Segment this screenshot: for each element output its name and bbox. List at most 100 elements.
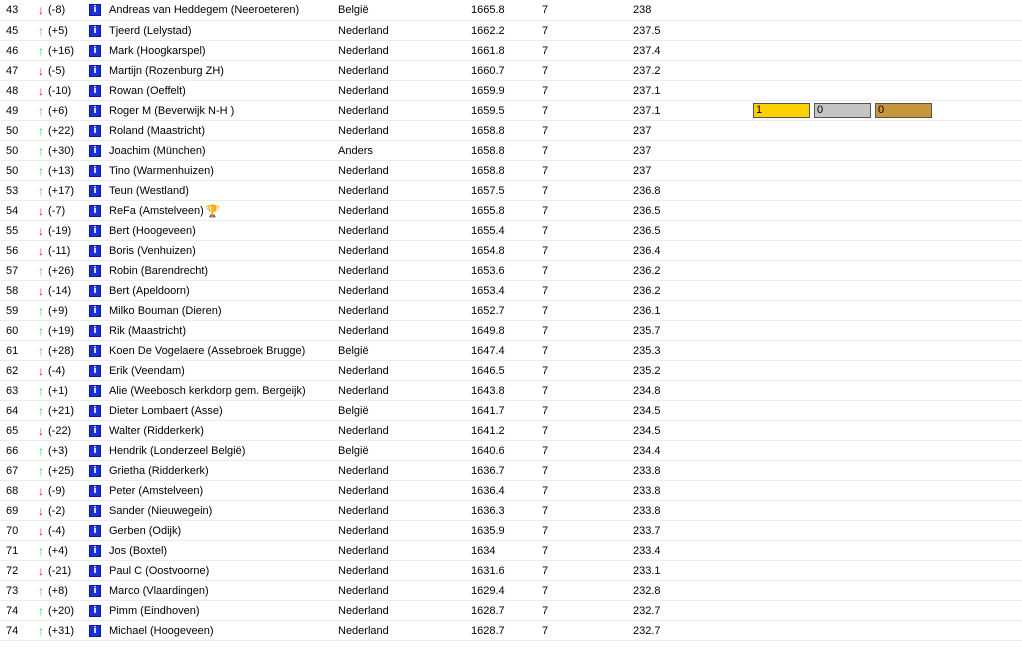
player-profile-icon[interactable]: i [89,205,101,217]
player-name-link[interactable]: Milko Bouman (Dieren) [109,301,334,321]
rank-change-value: (-10) [48,85,72,97]
player-name-link[interactable]: Rik (Maastricht) [109,321,334,341]
player-average: 235.2 [633,365,661,377]
arrow-up-icon: ↑ [38,124,44,138]
player-profile-icon[interactable]: i [89,145,101,157]
player-profile-icon[interactable]: i [89,25,101,37]
player-profile-icon[interactable]: i [89,105,101,117]
player-profile-icon[interactable]: i [89,325,101,337]
player-profile-icon[interactable]: i [89,545,101,557]
player-name-link[interactable]: Michael (Hoogeveen) [109,621,334,641]
player-name-link[interactable]: Grietha (Ridderkerk) [109,461,334,481]
player-name-link[interactable]: Teun (Westland) [109,181,334,201]
player-profile-icon[interactable]: i [89,605,101,617]
player-country: Nederland [338,165,389,177]
player-name-link[interactable]: Andreas van Heddegem (Neeroeteren) [109,0,334,20]
player-profile-icon[interactable]: i [89,345,101,357]
player-name-link[interactable]: Alie (Weebosch kerkdorp gem. Bergeijk) [109,381,334,401]
player-name-link[interactable]: Sander (Nieuwegein) [109,501,334,521]
player-points: 1660.7 [471,65,505,77]
player-average: 237 [633,165,652,177]
player-name-link[interactable]: Walter (Ridderkerk) [109,421,334,441]
player-name-link[interactable]: Martijn (Rozenburg ZH) [109,61,334,81]
player-profile-icon[interactable]: i [89,305,101,317]
player-profile-icon[interactable]: i [89,45,101,57]
player-name-link[interactable]: Rowan (Oeffelt) [109,81,334,101]
player-profile-icon[interactable]: i [89,125,101,137]
player-profile-icon[interactable]: i [89,525,101,537]
player-name-link[interactable]: Jos (Boxtel) [109,541,334,561]
player-points: 1649.8 [471,325,505,337]
rank-number: 54 [6,205,19,217]
player-profile-icon[interactable]: i [89,365,101,377]
player-profile-icon[interactable]: i [89,265,101,277]
player-name-link[interactable]: Bert (Hoogeveen) [109,221,334,241]
rank-number: 68 [6,485,19,497]
rank-change-value: (+3) [48,445,68,457]
player-name-link[interactable]: Gerben (Odijk) [109,521,334,541]
player-profile-icon[interactable]: i [89,425,101,437]
player-name-link[interactable]: Bert (Apeldoorn) [109,281,334,301]
table-row: 50 ↑ (+22) i Roland (Maastricht) Nederla… [0,121,1022,141]
player-profile-icon[interactable]: i [89,225,101,237]
player-profile-icon[interactable]: i [89,285,101,297]
rank-number: 60 [6,325,19,337]
player-profile-icon[interactable]: i [89,185,101,197]
player-average: 233.8 [633,465,661,477]
player-country: Nederland [338,505,389,517]
player-name-link[interactable]: Peter (Amstelveen) [109,481,334,501]
player-profile-icon[interactable]: i [89,505,101,517]
player-games: 7 [542,485,549,497]
player-profile-icon[interactable]: i [89,585,101,597]
player-profile-icon[interactable]: i [89,245,101,257]
player-country: Nederland [338,525,389,537]
rank-change-value: (-5) [48,65,66,77]
player-profile-icon[interactable]: i [89,405,101,417]
player-profile-icon[interactable]: i [89,445,101,457]
arrow-up-icon: ↑ [38,264,44,278]
player-name-link[interactable]: ReFa (Amstelveen) [109,201,334,221]
player-games: 7 [542,25,549,37]
player-profile-icon[interactable]: i [89,65,101,77]
arrow-down-icon: ↓ [38,224,44,238]
player-points: 1653.6 [471,265,505,277]
player-name-link[interactable]: Mark (Hoogkarspel) [109,41,334,61]
player-average: 232.8 [633,585,661,597]
player-profile-icon[interactable]: i [89,165,101,177]
player-name-link[interactable]: Dieter Lombaert (Asse) [109,401,334,421]
player-points: 1641.7 [471,405,505,417]
player-name-link[interactable]: Boris (Venhuizen) [109,241,334,261]
table-row: 58 ↓ (-14) i Bert (Apeldoorn) Nederland … [0,281,1022,301]
player-name-link[interactable]: Hendrik (Londerzeel België) [109,441,334,461]
rank-number: 64 [6,405,19,417]
rank-number: 74 [6,605,19,617]
player-name-link[interactable]: Roger M (Beverwijk N-H ) [109,101,334,121]
player-name-link[interactable]: Robin (Barendrecht) [109,261,334,281]
rank-change-value: (+16) [48,45,74,57]
player-name-link[interactable]: Koen De Vogelaere (Assebroek Brugge) [109,341,334,361]
player-name-link[interactable]: Pimm (Eindhoven) [109,601,334,621]
player-profile-icon[interactable]: i [89,465,101,477]
player-profile-icon[interactable]: i [89,4,101,16]
player-points: 1655.4 [471,225,505,237]
player-name-link[interactable]: Tjeerd (Lelystad) [109,21,334,41]
player-name-link[interactable]: Tino (Warmenhuizen) [109,161,334,181]
rank-change-value: (-9) [48,485,66,497]
player-average: 233.7 [633,525,661,537]
player-name-link[interactable]: Marco (Vlaardingen) [109,581,334,601]
player-name-link[interactable]: Joachim (München) [109,141,334,161]
rank-number: 55 [6,225,19,237]
rank-number: 50 [6,145,19,157]
table-row: 48 ↓ (-10) i Rowan (Oeffelt) Nederland 1… [0,81,1022,101]
player-name-link[interactable]: Paul C (Oostvoorne) [109,561,334,581]
rank-change-value: (+26) [48,265,74,277]
rank-change-value: (-4) [48,365,66,377]
player-profile-icon[interactable]: i [89,565,101,577]
player-profile-icon[interactable]: i [89,485,101,497]
player-profile-icon[interactable]: i [89,625,101,637]
player-name-link[interactable]: Roland (Maastricht) [109,121,334,141]
player-games: 7 [542,585,549,597]
player-profile-icon[interactable]: i [89,85,101,97]
player-profile-icon[interactable]: i [89,385,101,397]
player-name-link[interactable]: Erik (Veendam) [109,361,334,381]
